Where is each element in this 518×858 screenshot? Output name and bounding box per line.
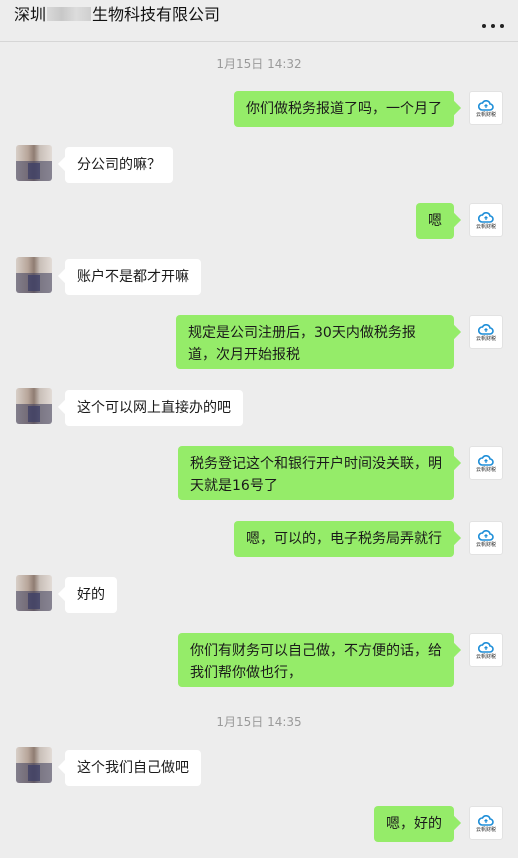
- message-bubble-outgoing[interactable]: 你们做税务报道了吗，一个月了: [234, 91, 454, 127]
- message-text: 嗯: [428, 213, 442, 229]
- cloud-logo-icon: [478, 529, 494, 541]
- message-text: 分公司的嘛？: [77, 157, 161, 173]
- cloud-logo-icon: [478, 99, 494, 111]
- cloud-logo-icon: [478, 323, 494, 335]
- message-bubble-outgoing[interactable]: 嗯: [416, 203, 454, 239]
- message-text: 你们有财务可以自己做，不方便的话，给我们帮你做也行，: [190, 643, 442, 681]
- message-text: 好的: [77, 587, 105, 603]
- self-avatar[interactable]: 云帆财税: [469, 633, 503, 667]
- cloud-logo-icon: [478, 454, 494, 466]
- chat-title: 深圳 生物科技有限公司: [14, 5, 220, 25]
- timestamp: 1月15日 14:32: [216, 57, 302, 71]
- message-text: 税务登记这个和银行开户时间没关联，明天就是16号了: [190, 456, 442, 494]
- self-avatar[interactable]: 云帆财税: [469, 203, 503, 237]
- redacted-blur: [47, 7, 92, 21]
- contact-avatar[interactable]: [16, 388, 52, 424]
- message-bubble-outgoing[interactable]: 嗯，好的: [374, 806, 454, 842]
- message-bubble-incoming[interactable]: 这个可以网上直接办的吧: [65, 390, 243, 426]
- chat-title-prefix: 深圳: [14, 5, 47, 24]
- message-text: 这个可以网上直接办的吧: [77, 400, 231, 416]
- logo-caption: 云帆财税: [475, 335, 496, 342]
- contact-avatar[interactable]: [16, 257, 52, 293]
- message-bubble-incoming[interactable]: 这个我们自己做吧: [65, 750, 201, 786]
- self-avatar[interactable]: 云帆财税: [469, 806, 503, 840]
- message-text: 嗯，好的: [386, 816, 442, 832]
- message-text: 规定是公司注册后，30天内做税务报道，次月开始报税: [188, 325, 416, 363]
- logo-caption: 云帆财税: [475, 466, 496, 473]
- logo-caption: 云帆财税: [475, 541, 496, 548]
- self-avatar[interactable]: 云帆财税: [469, 446, 503, 480]
- logo-caption: 云帆财税: [475, 653, 496, 660]
- message-text: 这个我们自己做吧: [77, 760, 189, 776]
- message-text: 账户不是都才开嘛: [77, 269, 189, 285]
- timestamp: 1月15日 14:35: [216, 715, 302, 729]
- cloud-logo-icon: [478, 211, 494, 223]
- logo-caption: 云帆财税: [475, 826, 496, 833]
- message-bubble-incoming[interactable]: 好的: [65, 577, 117, 613]
- message-bubble-outgoing[interactable]: 你们有财务可以自己做，不方便的话，给我们帮你做也行，: [178, 633, 454, 687]
- message-text: 你们做税务报道了吗，一个月了: [246, 101, 442, 117]
- self-avatar[interactable]: 云帆财税: [469, 91, 503, 125]
- contact-avatar[interactable]: [16, 747, 52, 783]
- chat-header: 深圳 生物科技有限公司: [0, 0, 518, 42]
- self-avatar[interactable]: 云帆财税: [469, 521, 503, 555]
- logo-caption: 云帆财税: [475, 111, 496, 118]
- message-bubble-outgoing[interactable]: 嗯，可以的，电子税务局弄就行: [234, 521, 454, 557]
- message-bubble-incoming[interactable]: 账户不是都才开嘛: [65, 259, 201, 295]
- cloud-logo-icon: [478, 641, 494, 653]
- message-bubble-outgoing[interactable]: 税务登记这个和银行开户时间没关联，明天就是16号了: [178, 446, 454, 500]
- contact-avatar[interactable]: [16, 145, 52, 181]
- self-avatar[interactable]: 云帆财税: [469, 315, 503, 349]
- cloud-logo-icon: [478, 814, 494, 826]
- more-dots-icon[interactable]: [482, 12, 504, 28]
- contact-avatar[interactable]: [16, 575, 52, 611]
- message-text: 嗯，可以的，电子税务局弄就行: [246, 531, 442, 547]
- message-bubble-incoming[interactable]: 分公司的嘛？: [65, 147, 173, 183]
- logo-caption: 云帆财税: [475, 223, 496, 230]
- message-bubble-outgoing[interactable]: 规定是公司注册后，30天内做税务报道，次月开始报税: [176, 315, 454, 369]
- chat-title-suffix: 生物科技有限公司: [92, 5, 221, 24]
